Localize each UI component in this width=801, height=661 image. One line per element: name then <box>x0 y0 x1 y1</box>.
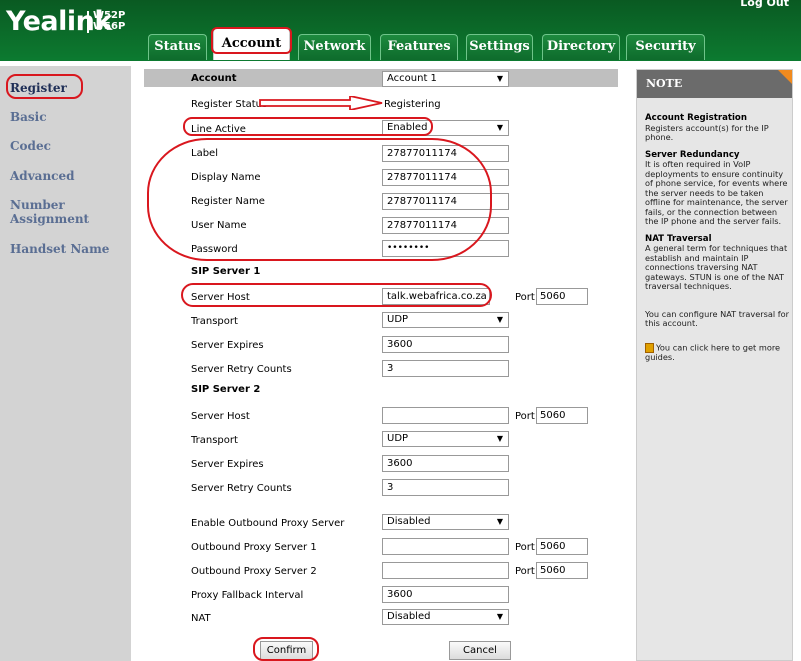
note-corner-fold <box>778 70 792 84</box>
register-name-label: Register Name <box>191 196 265 207</box>
tab-network[interactable]: Network <box>298 34 371 60</box>
sip2-retry-input[interactable]: 3 <box>382 479 509 496</box>
sip1-port-input[interactable]: 5060 <box>536 288 588 305</box>
proxy2-input[interactable] <box>382 562 509 579</box>
user-name-label: User Name <box>191 220 247 231</box>
sidebar-item-advanced[interactable]: Advanced <box>10 169 75 183</box>
sip2-transport-value: UDP <box>387 433 409 444</box>
tab-features[interactable]: Features <box>380 34 458 60</box>
sip2-transport-select[interactable]: UDP ▼ <box>382 431 509 447</box>
tab-directory[interactable]: Directory <box>542 34 620 60</box>
sip2-server-host-label: Server Host <box>191 411 250 422</box>
sip2-server-expires-input[interactable]: 3600 <box>382 455 509 472</box>
note-section: NAT Traversal A general term for techniqu… <box>645 234 791 292</box>
sidebar-item-basic[interactable]: Basic <box>10 110 47 124</box>
cancel-button[interactable]: Cancel <box>449 641 511 660</box>
sip-server-1-title: SIP Server 1 <box>191 266 261 277</box>
nat-label: NAT <box>191 613 211 624</box>
display-name-input[interactable]: 27877011174 <box>382 169 509 186</box>
fallback-input[interactable]: 3600 <box>382 586 509 603</box>
nat-select[interactable]: Disabled ▼ <box>382 609 509 625</box>
sip1-retry-label: Server Retry Counts <box>191 364 292 375</box>
tab-status[interactable]: Status <box>148 34 207 60</box>
sip1-retry-input[interactable]: 3 <box>382 360 509 377</box>
model-names: W52P W56P <box>93 10 125 32</box>
chevron-down-icon: ▼ <box>496 517 503 526</box>
label-field-label: Label <box>191 148 218 159</box>
password-label: Password <box>191 244 238 255</box>
sidebar <box>0 66 131 661</box>
sip2-server-expires-label: Server Expires <box>191 459 264 470</box>
logo-divider <box>87 11 89 33</box>
sidebar-item-codec[interactable]: Codec <box>10 139 51 153</box>
sip2-server-host-input[interactable] <box>382 407 509 424</box>
line-active-select[interactable]: Enabled ▼ <box>382 120 509 136</box>
outbound-proxy-label: Enable Outbound Proxy Server <box>191 518 345 529</box>
tab-settings[interactable]: Settings <box>466 34 533 60</box>
guide-link[interactable]: You can click here to get more guides. <box>645 342 791 363</box>
sip2-port-label: Port <box>515 411 535 422</box>
sip1-server-host-input[interactable]: talk.webafrica.co.za <box>382 288 490 305</box>
nat-value: Disabled <box>387 611 431 622</box>
account-select[interactable]: Account 1 ▼ <box>382 71 509 87</box>
account-label: Account <box>191 73 237 84</box>
model-w56p: W56P <box>93 21 126 32</box>
note-section: Account Registration Registers account(s)… <box>645 113 791 143</box>
chevron-down-icon: ▼ <box>496 74 503 83</box>
chevron-down-icon: ▼ <box>496 434 503 443</box>
outbound-proxy-value: Disabled <box>387 516 431 527</box>
sip1-transport-value: UDP <box>387 314 409 325</box>
note-title: NOTE <box>637 70 792 98</box>
proxy1-input[interactable] <box>382 538 509 555</box>
guide-link-text: You can click here to get more guides. <box>645 342 781 362</box>
line-active-label: Line Active <box>191 124 246 135</box>
proxy2-port-label: Port <box>515 566 535 577</box>
model-w52p: W52P <box>93 10 126 21</box>
nat-config-text: You can configure NAT traversal for this… <box>645 308 790 328</box>
tab-account[interactable]: Account <box>213 28 290 60</box>
sip1-server-expires-label: Server Expires <box>191 340 264 351</box>
note-text: It is often required in VoIP deployments… <box>645 159 788 226</box>
sip1-transport-label: Transport <box>191 316 238 327</box>
chevron-down-icon: ▼ <box>496 315 503 324</box>
register-status-label: Register Status <box>191 99 268 110</box>
label-input[interactable]: 27877011174 <box>382 145 509 162</box>
proxy1-port-label: Port <box>515 542 535 553</box>
sip1-transport-select[interactable]: UDP ▼ <box>382 312 509 328</box>
note-panel: NOTE Account Registration Registers accou… <box>636 69 793 661</box>
register-status-value: Registering <box>384 99 441 110</box>
outbound-proxy-select[interactable]: Disabled ▼ <box>382 514 509 530</box>
sidebar-item-handset-name[interactable]: Handset Name <box>10 242 109 256</box>
proxy1-port-input[interactable]: 5060 <box>536 538 588 555</box>
sip2-transport-label: Transport <box>191 435 238 446</box>
chevron-down-icon: ▼ <box>496 612 503 621</box>
chevron-down-icon: ▼ <box>496 123 503 132</box>
note-text: Registers account(s) for the IP phone. <box>645 122 769 142</box>
sip-server-2-title: SIP Server 2 <box>191 384 261 395</box>
confirm-button[interactable]: Confirm <box>260 641 313 660</box>
arrow-annotation <box>259 96 383 110</box>
line-active-value: Enabled <box>387 122 428 133</box>
sip2-port-input[interactable]: 5060 <box>536 407 588 424</box>
fallback-label: Proxy Fallback Interval <box>191 590 304 601</box>
sip1-server-expires-input[interactable]: 3600 <box>382 336 509 353</box>
sip2-retry-label: Server Retry Counts <box>191 483 292 494</box>
note-text: A general term for techniques that estab… <box>645 243 788 291</box>
sidebar-item-register[interactable]: Register <box>10 81 67 95</box>
proxy2-label: Outbound Proxy Server 2 <box>191 566 317 577</box>
sidebar-item-number-assignment[interactable]: Number Assignment <box>10 198 90 226</box>
tab-security[interactable]: Security <box>626 34 705 60</box>
note-body: Account Registration Registers account(s)… <box>645 113 791 370</box>
account-select-value: Account 1 <box>387 73 437 84</box>
register-name-input[interactable]: 27877011174 <box>382 193 509 210</box>
password-input[interactable]: •••••••• <box>382 240 509 257</box>
proxy1-label: Outbound Proxy Server 1 <box>191 542 317 553</box>
user-name-input[interactable]: 27877011174 <box>382 217 509 234</box>
note-section: Server Redundancy It is often required in… <box>645 150 791 227</box>
sip1-server-host-label: Server Host <box>191 292 250 303</box>
logout-link[interactable]: Log Out <box>740 0 789 9</box>
display-name-label: Display Name <box>191 172 261 183</box>
proxy2-port-input[interactable]: 5060 <box>536 562 588 579</box>
sip1-port-label: Port <box>515 292 535 303</box>
